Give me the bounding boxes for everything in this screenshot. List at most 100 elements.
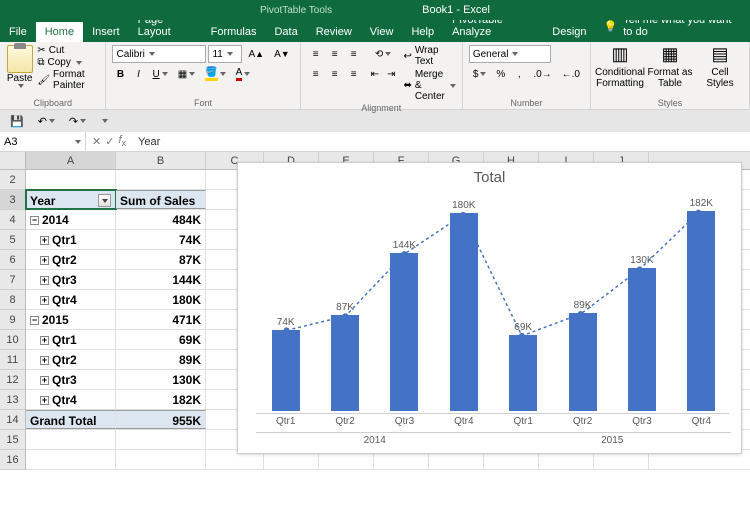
- orientation-button[interactable]: ⟲: [367, 45, 400, 63]
- font-name-combo[interactable]: Calibri: [112, 45, 206, 63]
- cut-button[interactable]: ✂Cut: [37, 45, 99, 56]
- tab-data[interactable]: Data: [265, 22, 306, 42]
- name-box[interactable]: A3: [0, 132, 86, 151]
- cell[interactable]: 87K: [116, 250, 206, 269]
- row-header[interactable]: 7: [0, 270, 25, 290]
- cell[interactable]: 182K: [116, 390, 206, 409]
- fx-icon[interactable]: fx: [118, 134, 126, 148]
- cell[interactable]: +Qtr4: [26, 390, 116, 409]
- cell[interactable]: −2015: [26, 310, 116, 329]
- decrease-decimal-button[interactable]: ←.0: [558, 65, 584, 83]
- copy-button[interactable]: ⧉Copy: [37, 57, 99, 68]
- row-header[interactable]: 9: [0, 310, 25, 330]
- font-color-button[interactable]: A: [232, 65, 255, 83]
- tab-home[interactable]: Home: [36, 22, 83, 42]
- tab-file[interactable]: File: [0, 22, 36, 42]
- decrease-indent-button[interactable]: ⇤: [367, 65, 383, 83]
- cell[interactable]: [116, 430, 206, 449]
- cell[interactable]: +Qtr1: [26, 230, 116, 249]
- borders-button[interactable]: ▦: [174, 65, 199, 83]
- align-top-button[interactable]: ≡: [307, 45, 325, 63]
- row-header[interactable]: 10: [0, 330, 25, 350]
- row-header[interactable]: 13: [0, 390, 25, 410]
- formula-bar[interactable]: Year: [132, 136, 750, 148]
- currency-button[interactable]: $: [469, 65, 491, 83]
- fill-color-button[interactable]: 🪣: [201, 65, 229, 83]
- number-format-combo[interactable]: General: [469, 45, 551, 63]
- expand-collapse-button[interactable]: −: [30, 316, 39, 325]
- cell[interactable]: Sum of Sales: [116, 190, 206, 209]
- cell[interactable]: 180K: [116, 290, 206, 309]
- cell[interactable]: +Qtr2: [26, 350, 116, 369]
- tab-insert[interactable]: Insert: [83, 22, 129, 42]
- expand-collapse-button[interactable]: +: [40, 396, 49, 405]
- cell[interactable]: 471K: [116, 310, 206, 329]
- cell[interactable]: +Qtr1: [26, 330, 116, 349]
- row-header[interactable]: 2: [0, 170, 25, 190]
- increase-indent-button[interactable]: ⇥: [383, 65, 399, 83]
- cell[interactable]: [116, 170, 206, 189]
- align-bottom-button[interactable]: ≡: [345, 45, 363, 63]
- row-header[interactable]: 12: [0, 370, 25, 390]
- cell[interactable]: +Qtr4: [26, 290, 116, 309]
- cell[interactable]: 89K: [116, 350, 206, 369]
- expand-collapse-button[interactable]: +: [40, 236, 49, 245]
- row-header[interactable]: 14: [0, 410, 25, 430]
- cell[interactable]: [26, 450, 116, 469]
- row-header[interactable]: 4: [0, 210, 25, 230]
- paste-button[interactable]: Paste: [6, 45, 33, 88]
- expand-collapse-button[interactable]: −: [30, 216, 39, 225]
- italic-button[interactable]: I: [130, 65, 146, 83]
- cell[interactable]: 144K: [116, 270, 206, 289]
- pivot-chart[interactable]: Total 74K87K144K180K69K89K130K182K Qtr1Q…: [237, 162, 742, 454]
- expand-collapse-button[interactable]: +: [40, 356, 49, 365]
- tab-view[interactable]: View: [361, 22, 403, 42]
- expand-collapse-button[interactable]: +: [40, 256, 49, 265]
- wrap-text-button[interactable]: ↩Wrap Text: [403, 45, 455, 67]
- cell-styles-button[interactable]: ▤Cell Styles: [697, 45, 743, 89]
- row-header[interactable]: 5: [0, 230, 25, 250]
- save-button[interactable]: 💾: [6, 112, 28, 130]
- redo-button[interactable]: ↷: [65, 112, 90, 130]
- select-all-corner[interactable]: [0, 152, 26, 170]
- cell[interactable]: 69K: [116, 330, 206, 349]
- tab-design[interactable]: Design: [543, 22, 595, 42]
- qat-customize-button[interactable]: [96, 112, 112, 130]
- tab-review[interactable]: Review: [307, 22, 361, 42]
- cell[interactable]: 484K: [116, 210, 206, 229]
- row-header[interactable]: 15: [0, 430, 25, 450]
- cell[interactable]: 74K: [116, 230, 206, 249]
- worksheet[interactable]: ABCDEFGHIJ 2345678910111213141516 YearSu…: [0, 152, 750, 506]
- underline-button[interactable]: U: [148, 65, 171, 83]
- row-header[interactable]: 6: [0, 250, 25, 270]
- percent-button[interactable]: %: [492, 65, 509, 83]
- expand-collapse-button[interactable]: +: [40, 296, 49, 305]
- column-header[interactable]: A: [26, 152, 116, 169]
- conditional-formatting-button[interactable]: ▥Conditional Formatting: [597, 45, 643, 89]
- row-header[interactable]: 8: [0, 290, 25, 310]
- format-as-table-button[interactable]: ▦Format as Table: [647, 45, 693, 89]
- row-header[interactable]: 3: [0, 190, 25, 210]
- merge-center-button[interactable]: ⬌Merge & Center: [403, 69, 455, 102]
- comma-button[interactable]: ,: [511, 65, 527, 83]
- undo-button[interactable]: ↶: [34, 112, 59, 130]
- increase-decimal-button[interactable]: .0→: [529, 65, 555, 83]
- format-painter-button[interactable]: 🖌Format Painter: [37, 69, 99, 91]
- row-header[interactable]: 11: [0, 350, 25, 370]
- column-header[interactable]: B: [116, 152, 206, 169]
- bold-button[interactable]: B: [112, 65, 128, 83]
- cell[interactable]: −2014: [26, 210, 116, 229]
- align-middle-button[interactable]: ≡: [326, 45, 344, 63]
- cell[interactable]: +Qtr3: [26, 270, 116, 289]
- expand-collapse-button[interactable]: +: [40, 376, 49, 385]
- tab-help[interactable]: Help: [402, 22, 443, 42]
- align-right-button[interactable]: ≡: [345, 65, 363, 83]
- cell[interactable]: [116, 450, 206, 469]
- cell[interactable]: +Qtr2: [26, 250, 116, 269]
- tab-formulas[interactable]: Formulas: [202, 22, 266, 42]
- cell[interactable]: [26, 170, 116, 189]
- cell[interactable]: 130K: [116, 370, 206, 389]
- align-left-button[interactable]: ≡: [307, 65, 325, 83]
- decrease-font-button[interactable]: A▼: [270, 45, 294, 63]
- enter-icon[interactable]: ✓: [105, 135, 114, 148]
